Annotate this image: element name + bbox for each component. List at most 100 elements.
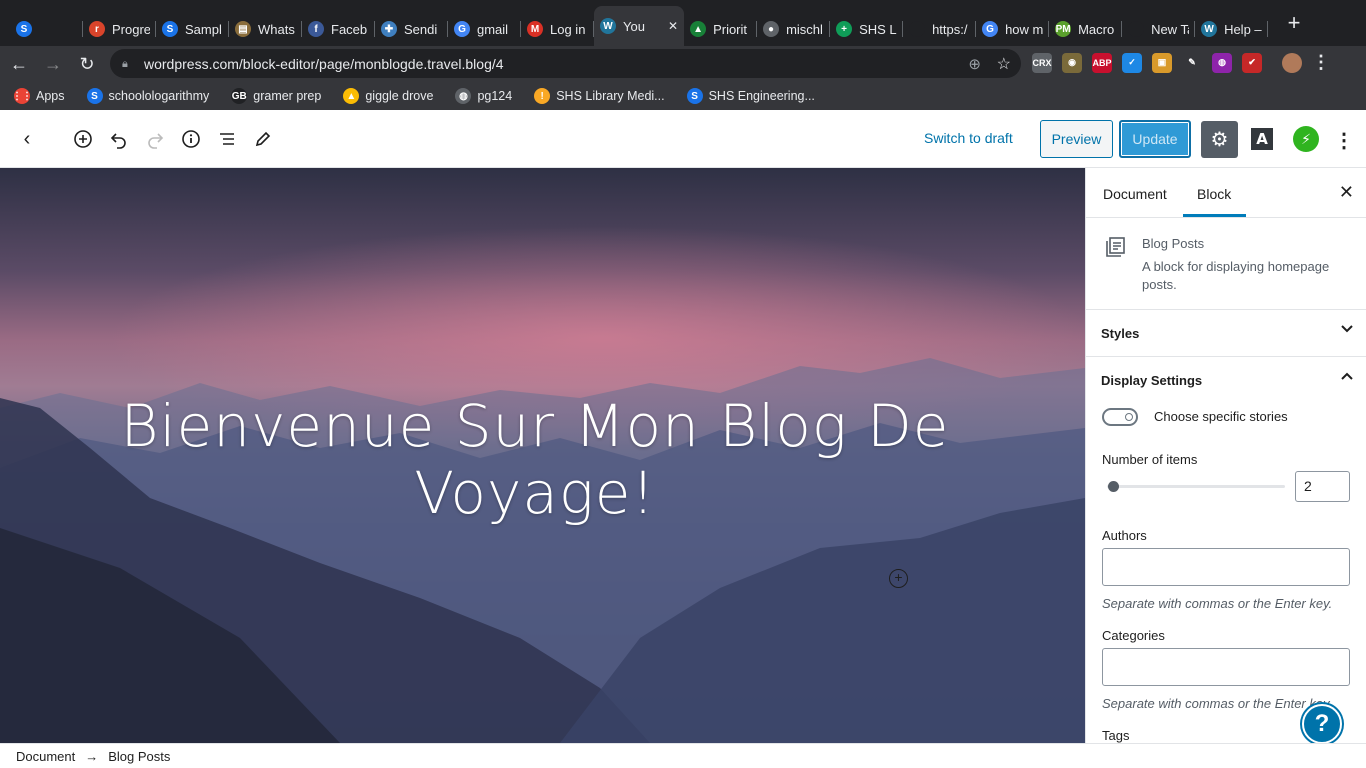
typography-a-icon[interactable]: A (1251, 128, 1273, 150)
extension-icon[interactable]: ◉ (1062, 52, 1082, 73)
browser-tab[interactable]: W Help – (1195, 12, 1269, 46)
profile-avatar[interactable] (1282, 52, 1302, 73)
breadcrumb-root[interactable]: Document (16, 749, 75, 764)
extension-icon[interactable]: ▣ (1152, 52, 1172, 73)
tab-document[interactable]: Document (1103, 186, 1167, 202)
tab-favicon-icon: W (600, 18, 616, 34)
extension-icon[interactable]: ◍ (1212, 52, 1232, 73)
extension-icon[interactable]: ✔ (1242, 52, 1262, 73)
redo-icon[interactable] (141, 125, 169, 153)
cover-block[interactable]: Bienvenue Sur Mon Blog De Voyage! + (0, 168, 1085, 743)
bookmarks-bar: ⋮⋮ Apps Sschoolologarithmy GB gramer prep ▲ gi… (0, 82, 1366, 110)
tab-title: gmail (477, 21, 509, 37)
tab-favicon-icon: ✚ (381, 21, 397, 37)
address-bar[interactable]: 🔒︎ wordpress.com/block-editor/page/monbl… (110, 49, 1021, 78)
extension-icon[interactable]: ✎ (1182, 52, 1202, 73)
tab-title: New Tab (1151, 21, 1189, 37)
preview-button[interactable]: Preview (1040, 120, 1113, 158)
items-slider-thumb[interactable] (1108, 481, 1119, 492)
bookmark-item[interactable]: ◍ pg124 (455, 88, 512, 104)
block-title: Blog Posts (1142, 236, 1205, 251)
inserter-plus-icon[interactable]: + (889, 569, 908, 588)
extension-icon[interactable]: CRX (1032, 52, 1052, 73)
switch-to-draft-link[interactable]: Switch to draft (924, 130, 1013, 146)
info-icon[interactable] (177, 125, 205, 153)
close-tab-icon[interactable]: ✕ (668, 19, 678, 33)
browser-tab[interactable]: ▲ Priorit (684, 12, 758, 46)
browser-menu-icon[interactable]: ⋮ (1312, 52, 1330, 73)
browser-tab[interactable]: S (10, 12, 83, 46)
extension-icon[interactable]: ✓ (1122, 52, 1142, 73)
bookmark-favicon-icon: ⋮⋮ (12, 88, 32, 104)
bookmark-favicon-icon: GB (231, 88, 248, 104)
display-settings-label: Display Settings (1101, 373, 1203, 388)
block-description: A block for displaying homepage posts. (1142, 259, 1330, 292)
number-of-items-label: Number of items (1102, 452, 1198, 467)
undo-icon[interactable] (105, 125, 133, 153)
bookmark-item[interactable]: S SHS Engineering... (686, 88, 815, 104)
browser-tab[interactable]: ● mischl (757, 12, 831, 46)
browser-tab[interactable]: W You ✕ (594, 6, 685, 46)
browser-tab[interactable]: ▤ Whats (229, 12, 302, 46)
browser-tab[interactable]: r Progre (83, 12, 156, 46)
add-block-icon[interactable] (69, 125, 97, 153)
jetpack-bolt-icon[interactable]: ⚡︎ (1293, 126, 1319, 152)
url-text: wordpress.com/block-editor/page/monblogd… (144, 55, 504, 72)
breadcrumb-current[interactable]: Blog Posts (108, 749, 170, 764)
lock-icon: 🔒︎ (122, 57, 128, 70)
active-tab-indicator (1183, 214, 1246, 217)
choose-stories-toggle[interactable] (1102, 408, 1138, 426)
browser-tab[interactable]: PM Macro (1049, 12, 1123, 46)
hero-line-2: Voyage! (414, 459, 656, 527)
bookmark-item[interactable]: ⋮⋮ Apps (12, 88, 65, 104)
bookmark-label: SHS Engineering... (708, 89, 815, 103)
help-question-icon[interactable]: ? (1302, 704, 1342, 744)
bookmark-item[interactable]: ! SHS Library Medi... (534, 88, 665, 104)
browser-tab-bar: Sr Progre S Sampl ▤ Whats f Faceb ✚ Sendi Ggmail M L… (0, 0, 1366, 46)
sidebar-tabs: Document Block ✕ (1086, 168, 1366, 218)
browser-tab[interactable]: Ggmail (448, 12, 521, 46)
edit-pencil-icon[interactable] (249, 125, 277, 153)
styles-panel-header[interactable]: Styles (1086, 310, 1366, 357)
bookmark-label: pg124 (477, 89, 513, 103)
browser-tab[interactable]: M Log in (521, 12, 594, 46)
browser-tab[interactable]: S Sampl (156, 12, 229, 46)
browser-tab[interactable]: Ghow m (976, 12, 1050, 46)
browser-tab[interactable]: ✚ Sendi (375, 12, 448, 46)
display-settings-panel-header[interactable]: Display Settings (1086, 357, 1366, 404)
tab-block[interactable]: Block (1197, 186, 1231, 202)
more-options-icon[interactable]: ⋮ (1334, 128, 1354, 153)
tab-separator (1267, 21, 1269, 37)
browser-tab[interactable]: + SHS L (830, 12, 904, 46)
extension-icon[interactable]: ABP (1092, 52, 1112, 73)
categories-input[interactable] (1102, 648, 1350, 686)
install-icon[interactable]: ⊕ (968, 55, 981, 73)
authors-input[interactable] (1102, 548, 1350, 586)
tab-favicon-icon: r (89, 21, 105, 37)
reload-button[interactable]: ↻ (72, 49, 102, 79)
hero-heading[interactable]: Bienvenue Sur Mon Blog De Voyage! (100, 393, 970, 527)
bookmark-star-icon[interactable]: ☆ (997, 54, 1011, 74)
browser-tab[interactable]: https:/ (903, 12, 977, 46)
close-icon[interactable]: ✕ (1339, 182, 1354, 203)
bookmark-item[interactable]: GB gramer prep (231, 88, 321, 104)
forward-button[interactable]: → (38, 49, 68, 79)
browser-tab[interactable]: New Tab (1122, 12, 1196, 46)
browser-tab[interactable]: f Faceb (302, 12, 375, 46)
back-chevron-icon[interactable]: ‹ (13, 125, 41, 153)
new-tab-button[interactable]: + (1280, 10, 1308, 36)
back-button[interactable]: ← (4, 49, 34, 79)
number-of-items-input[interactable]: 2 (1295, 471, 1350, 502)
categories-label: Categories (1102, 628, 1165, 643)
outline-list-icon[interactable] (213, 125, 241, 153)
settings-gear-icon[interactable]: ⚙ (1201, 121, 1238, 158)
update-button[interactable]: Update (1119, 120, 1191, 158)
tab-title: mischl (786, 21, 823, 37)
bookmark-item[interactable]: ▲ giggle drove (343, 88, 433, 104)
block-card: Blog Posts A block for displaying homepa… (1086, 218, 1366, 310)
tab-favicon-icon: M (527, 21, 543, 37)
bookmark-label: schoolologarithmy (108, 89, 210, 103)
bookmark-label: SHS Library Medi... (556, 89, 665, 103)
bookmark-item[interactable]: Sschoolologarithmy (86, 88, 210, 104)
items-slider-track[interactable] (1107, 485, 1285, 488)
